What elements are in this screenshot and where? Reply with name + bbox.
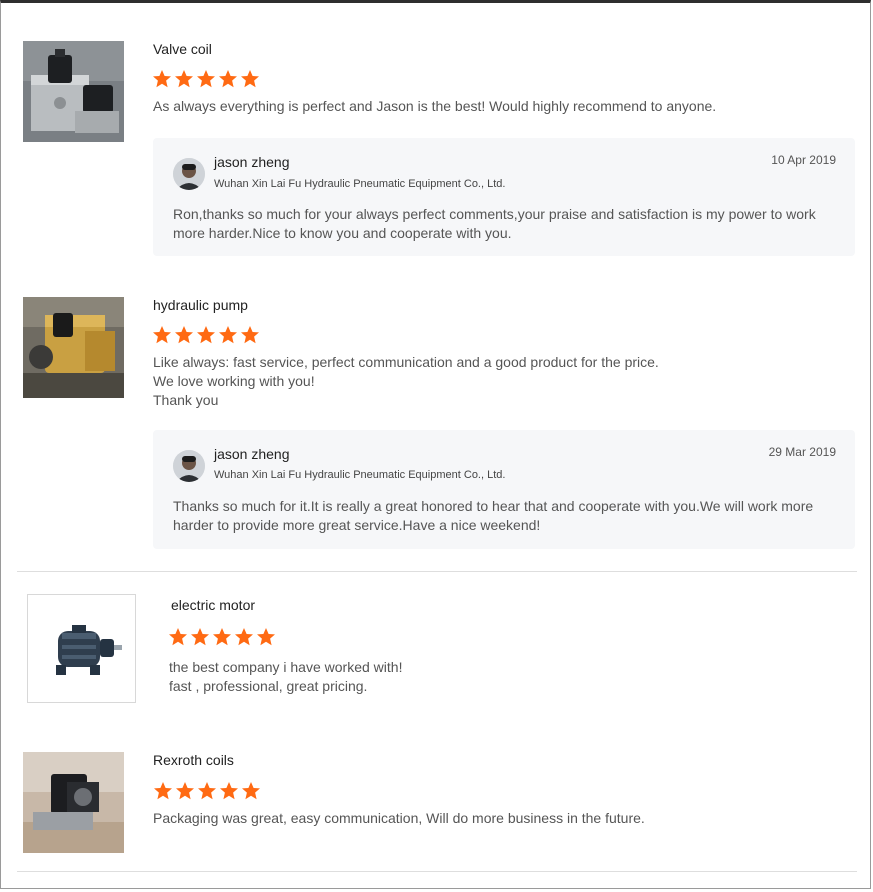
reply-author-name: jason zheng <box>214 446 290 462</box>
star-icon <box>174 325 194 345</box>
star-rating <box>168 627 276 647</box>
star-icon <box>234 627 254 647</box>
star-icon <box>256 627 276 647</box>
divider <box>17 571 857 572</box>
review-text-line: the best company i have worked with! <box>169 659 403 675</box>
reply-date: 29 Mar 2019 <box>768 445 836 459</box>
reply-company: Wuhan Xin Lai Fu Hydraulic Pneumatic Equ… <box>214 469 506 481</box>
review-text: the best company i have worked with! fas… <box>169 658 402 696</box>
reply-company: Wuhan Xin Lai Fu Hydraulic Pneumatic Equ… <box>214 178 506 190</box>
product-image-electric-motor[interactable] <box>27 594 136 703</box>
reply-text: Thanks so much for it.It is really a gre… <box>173 497 813 535</box>
product-name[interactable]: Valve coil <box>153 41 212 57</box>
star-icon <box>153 781 173 801</box>
star-icon <box>241 781 261 801</box>
star-icon <box>218 325 238 345</box>
review-text: As always everything is perfect and Jaso… <box>153 97 716 116</box>
reply-text-line: Thanks so much for it.It is really a gre… <box>173 498 814 514</box>
product-image-rexroth-coils[interactable] <box>23 752 124 853</box>
seller-reply: jason zheng Wuhan Xin Lai Fu Hydraulic P… <box>153 138 855 256</box>
product-image-hydraulic-pump[interactable] <box>23 297 124 398</box>
avatar <box>173 158 205 190</box>
star-icon <box>212 627 232 647</box>
reply-author-name: jason zheng <box>214 154 290 170</box>
star-icon <box>168 627 188 647</box>
divider <box>17 871 857 872</box>
review-text-line: As always everything is perfect and Jaso… <box>153 98 717 114</box>
review-text-line: Thank you <box>153 392 219 408</box>
avatar <box>173 450 205 482</box>
star-icon <box>174 69 194 89</box>
star-icon <box>190 627 210 647</box>
star-icon <box>196 325 216 345</box>
product-image-valve-coil[interactable] <box>23 41 124 142</box>
reply-text-line: Ron,thanks so much for your always perfe… <box>173 206 816 222</box>
star-icon <box>240 325 260 345</box>
review-panel: Valve coil As always everything is perfe… <box>0 0 871 889</box>
star-icon <box>218 69 238 89</box>
review-text-line: We love working with you! <box>153 373 315 389</box>
star-icon <box>197 781 217 801</box>
review-text-line: Packaging was great, easy communication,… <box>153 810 645 826</box>
reply-text-line: harder to provide more great service.Hav… <box>173 517 541 533</box>
star-rating <box>152 325 260 345</box>
reply-date: 10 Apr 2019 <box>771 153 836 167</box>
star-rating <box>153 781 261 801</box>
star-icon <box>240 69 260 89</box>
review-text-line: fast , professional, great pricing. <box>169 678 368 694</box>
product-name[interactable]: electric motor <box>171 597 255 613</box>
star-icon <box>219 781 239 801</box>
review-text: Like always: fast service, perfect commu… <box>153 353 659 410</box>
review-text-line: Like always: fast service, perfect commu… <box>153 354 659 370</box>
reply-text: Ron,thanks so much for your always perfe… <box>173 205 816 243</box>
product-name[interactable]: Rexroth coils <box>153 752 234 768</box>
product-name[interactable]: hydraulic pump <box>153 297 248 313</box>
review-text: Packaging was great, easy communication,… <box>153 809 645 828</box>
reply-text-line: more harder.Nice to know you and coopera… <box>173 225 512 241</box>
star-icon <box>152 69 172 89</box>
star-icon <box>196 69 216 89</box>
star-icon <box>175 781 195 801</box>
seller-reply: jason zheng Wuhan Xin Lai Fu Hydraulic P… <box>153 430 855 549</box>
star-rating <box>152 69 260 89</box>
star-icon <box>152 325 172 345</box>
